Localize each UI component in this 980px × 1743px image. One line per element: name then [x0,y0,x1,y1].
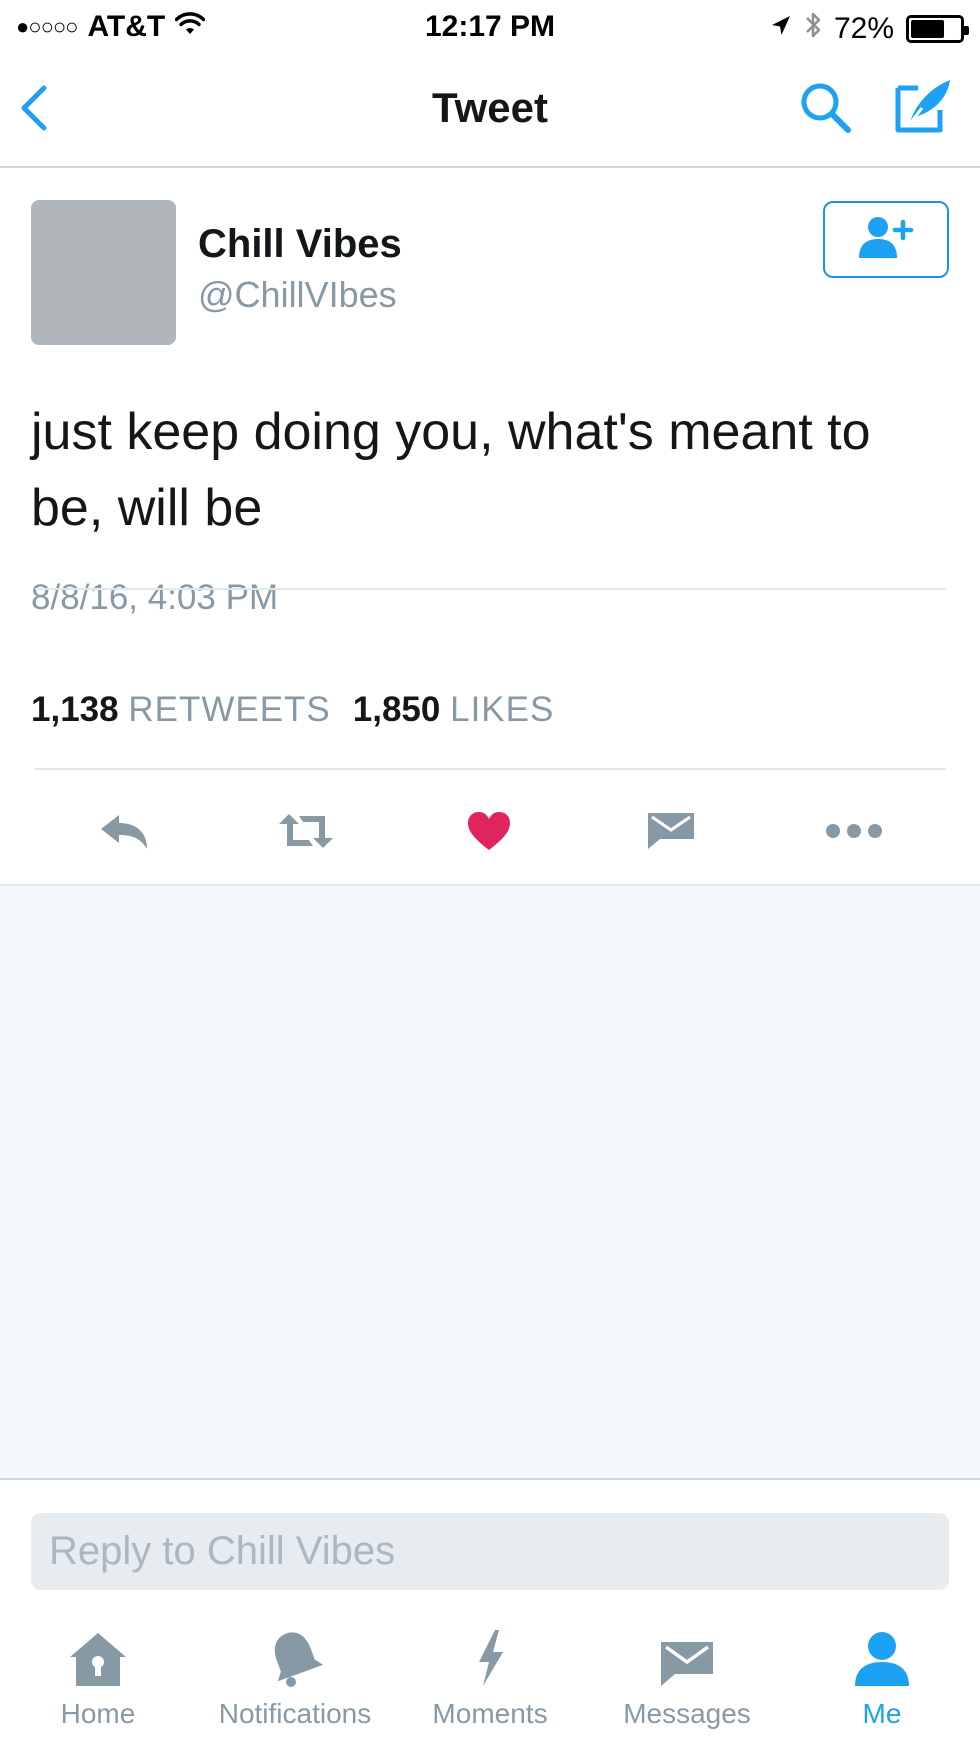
retweet-icon [275,810,337,857]
divider [35,768,946,770]
tweet-detail: Chill Vibes @ChillVIbes just keep doing … [0,168,980,886]
tab-me[interactable]: Me [842,1608,922,1743]
tab-label: Home [60,1698,136,1729]
tab-messages[interactable]: Messages [612,1608,762,1743]
tweet-text: just keep doing you, what's meant to be,… [31,403,871,537]
retweet-button[interactable] [266,798,346,868]
reply-bar [0,1482,980,1608]
battery-tip [964,26,969,35]
compose-tweet-icon [892,80,954,142]
display-name[interactable]: Chill Vibes [198,222,402,267]
reply-icon [97,811,151,856]
tweet-actions [0,798,980,868]
tweet-timestamp: 8/8/16, 4:03 PM [31,578,279,617]
tab-label: Notifications [218,1698,372,1729]
battery-icon [906,15,969,43]
tab-moments[interactable]: Moments [420,1608,560,1743]
search-icon [796,83,856,142]
lightning-icon [473,1608,507,1688]
bluetooth-icon [804,10,822,48]
tab-label: Messages [623,1698,751,1729]
status-right: 72% [770,10,969,48]
bell-icon [267,1608,323,1688]
avatar[interactable] [31,200,176,345]
search-button[interactable] [796,78,860,142]
compose-button[interactable] [892,76,958,140]
location-arrow-icon [770,12,792,46]
tab-notifications[interactable]: Notifications [196,1608,394,1743]
tab-home[interactable]: Home [44,1608,152,1743]
battery-percent: 72% [833,12,894,45]
status-bar: ●○○○○ AT&T 12:17 PM 72% [0,0,980,56]
like-button[interactable] [449,798,529,868]
tab-bar: Home Notifications Moments Messages Me [0,1608,980,1743]
more-options-button[interactable] [814,798,894,868]
divider [35,588,946,590]
follow-button[interactable] [823,201,949,278]
tab-label: Me [862,1698,902,1729]
reply-button[interactable] [84,798,164,868]
envelope-icon [646,811,696,856]
retweets-stat[interactable]: 1,138 RETWEETS [31,690,331,730]
retweet-label: RETWEETS [128,690,331,729]
replies-area [0,886,980,1480]
heart-icon [466,810,512,857]
tab-label: Moments [432,1698,548,1729]
like-label: LIKES [450,690,555,729]
engagement-stats: 1,138 RETWEETS 1,850 LIKES [31,690,554,730]
more-dots-icon [825,822,883,845]
person-icon [853,1608,911,1688]
retweet-count: 1,138 [31,690,119,729]
user-handle[interactable]: @ChillVIbes [198,274,397,316]
like-count: 1,850 [352,690,441,729]
likes-stat[interactable]: 1,850 LIKES [353,690,555,730]
direct-message-button[interactable] [631,798,711,868]
add-user-icon [856,214,916,265]
home-icon [67,1608,129,1688]
envelope-icon [659,1608,715,1688]
navigation-bar: Tweet [0,56,980,168]
battery-fill [911,20,945,38]
reply-input[interactable] [31,1513,949,1590]
